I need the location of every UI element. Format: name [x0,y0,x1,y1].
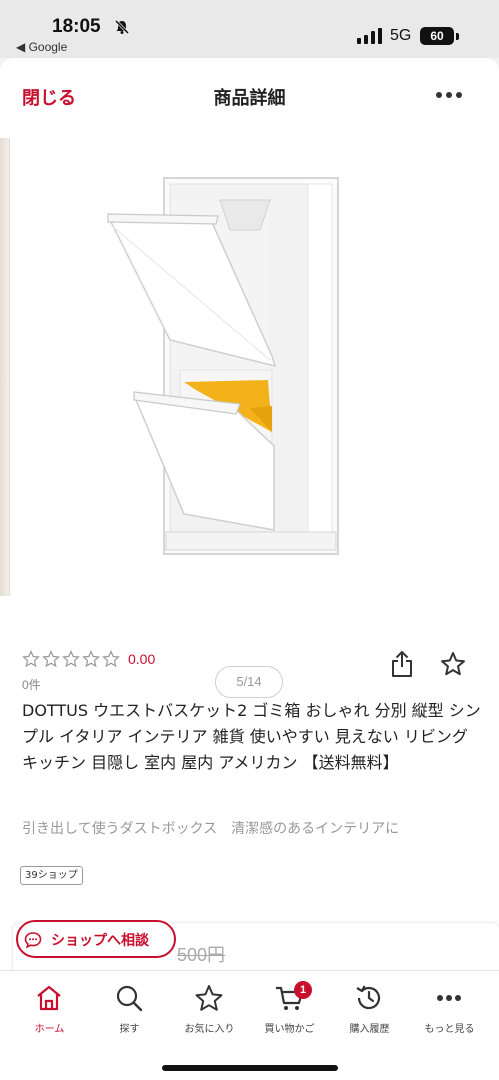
product-catchcopy: 引き出して使うダストボックス 清潔感のあるインテリアに [22,821,400,837]
review-count[interactable]: 0件 [22,676,41,693]
favorite-star-icon[interactable] [440,651,466,677]
tab-cart-label: 買い物かご [264,1024,315,1035]
image-gallery[interactable]: 5/14 [0,126,499,698]
shop-badge: 39ショップ [20,866,83,885]
home-icon [37,985,61,1011]
tab-search[interactable]: 探す [88,971,171,1041]
tab-purchase-history[interactable]: 購入履歴 [328,971,411,1041]
status-time: 18:05 [52,16,101,37]
more-options-icon[interactable] [434,88,464,102]
product-name: DOTTUS ウエストバスケット2 ゴミ箱 おしゃれ 分別 縦型 シンプル イタ… [22,701,481,772]
page-title: 商品詳細 [213,88,286,109]
rating-stars-icon [22,650,120,668]
tab-purchase-history-label: 購入履歴 [349,1024,390,1035]
star-icon [195,985,223,1011]
cart-count-badge: 1 [294,981,312,999]
tab-favorites-label: お気に入り [184,1024,235,1035]
share-icon[interactable] [390,650,414,678]
tab-cart[interactable]: 1 買い物かご [248,971,331,1041]
more-icon [437,995,461,1001]
network-label: 5G [390,27,412,44]
rating-value: 0.00 [128,651,156,667]
chat-icon [24,932,42,949]
original-price: 500円 [177,945,226,965]
status-bar: 18:05 ◀ Google 5G 60 [0,0,499,58]
consult-shop-button[interactable]: ショップへ相談 [16,920,176,958]
battery-indicator: 60 [420,27,454,45]
bottom-tab-bar: ホーム 探す お気に入り 1 買い物かご 購入履歴 もっと見る [0,970,499,1080]
consult-shop-label: ショップへ相談 [51,933,149,949]
header: 閉じる 商品詳細 [0,58,499,126]
tab-search-label: 探す [119,1024,140,1035]
tab-more-label: もっと見る [424,1024,475,1035]
home-indicator [162,1065,338,1071]
back-to-app-link[interactable]: ◀ Google [16,40,67,54]
product-detail-sheet: 閉じる 商品詳細 5/14 0.00 0件 DOTTUS ウエストバスケット2 … [0,58,499,1080]
history-icon [356,985,381,1010]
search-icon [116,985,143,1012]
battery-tip [456,33,459,40]
tab-favorites[interactable]: お気に入り [168,971,251,1041]
image-page-indicator: 5/14 [215,666,283,698]
tab-home[interactable]: ホーム [8,971,91,1041]
previous-image-peek[interactable] [0,138,10,596]
product-image [107,177,339,555]
tab-home-label: ホーム [34,1024,65,1035]
bell-muted-icon [114,19,130,35]
signal-icon [357,28,382,44]
tab-more[interactable]: もっと見る [408,971,491,1041]
